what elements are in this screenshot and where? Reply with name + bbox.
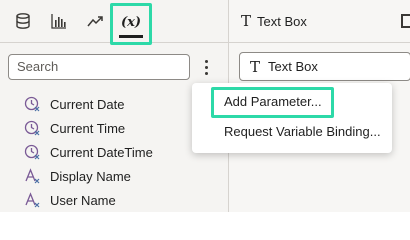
clock-variable-icon: [24, 96, 40, 112]
list-item[interactable]: Display Name: [24, 164, 224, 188]
selected-tab-indicator: [119, 35, 143, 38]
trend-line-icon[interactable]: [82, 8, 108, 34]
text-type-icon: T: [250, 57, 261, 76]
variable-label: Current Time: [50, 120, 126, 136]
add-parameter-menu-item[interactable]: Add Parameter...: [192, 88, 392, 116]
bar-chart-icon[interactable]: [46, 8, 72, 34]
clock-variable-icon: [24, 144, 40, 160]
actions-menu: Add Parameter... Request Variable Bindin…: [192, 83, 392, 153]
element-selector-label: Text Box: [268, 59, 318, 74]
variable-label: User Name: [50, 192, 116, 208]
search-placeholder: Search: [17, 59, 59, 74]
tab-variables[interactable]: (x): [110, 3, 152, 45]
panel-tabs: (x): [0, 0, 228, 45]
request-variable-binding-menu-item[interactable]: Request Variable Binding...: [192, 118, 392, 146]
panel-layout-icon[interactable]: [401, 14, 410, 28]
element-selector[interactable]: T Text Box: [239, 52, 410, 81]
clock-variable-icon: [24, 120, 40, 136]
variable-label: Current Date: [50, 96, 125, 112]
list-item[interactable]: User Name: [24, 188, 224, 212]
variable-label: Display Name: [50, 168, 131, 184]
database-icon[interactable]: [10, 8, 36, 34]
text-type-icon: T: [241, 12, 252, 30]
search-input[interactable]: Search: [8, 54, 190, 80]
more-actions-icon[interactable]: [199, 54, 213, 80]
properties-header: T Text Box: [229, 0, 410, 43]
panel-title: T Text Box: [241, 12, 307, 30]
text-variable-icon: [24, 168, 40, 184]
panel-title-label: Text Box: [257, 13, 307, 29]
variables-icon: (x): [120, 14, 142, 30]
text-variable-icon: [24, 192, 40, 208]
variable-label: Current DateTime: [50, 144, 153, 160]
